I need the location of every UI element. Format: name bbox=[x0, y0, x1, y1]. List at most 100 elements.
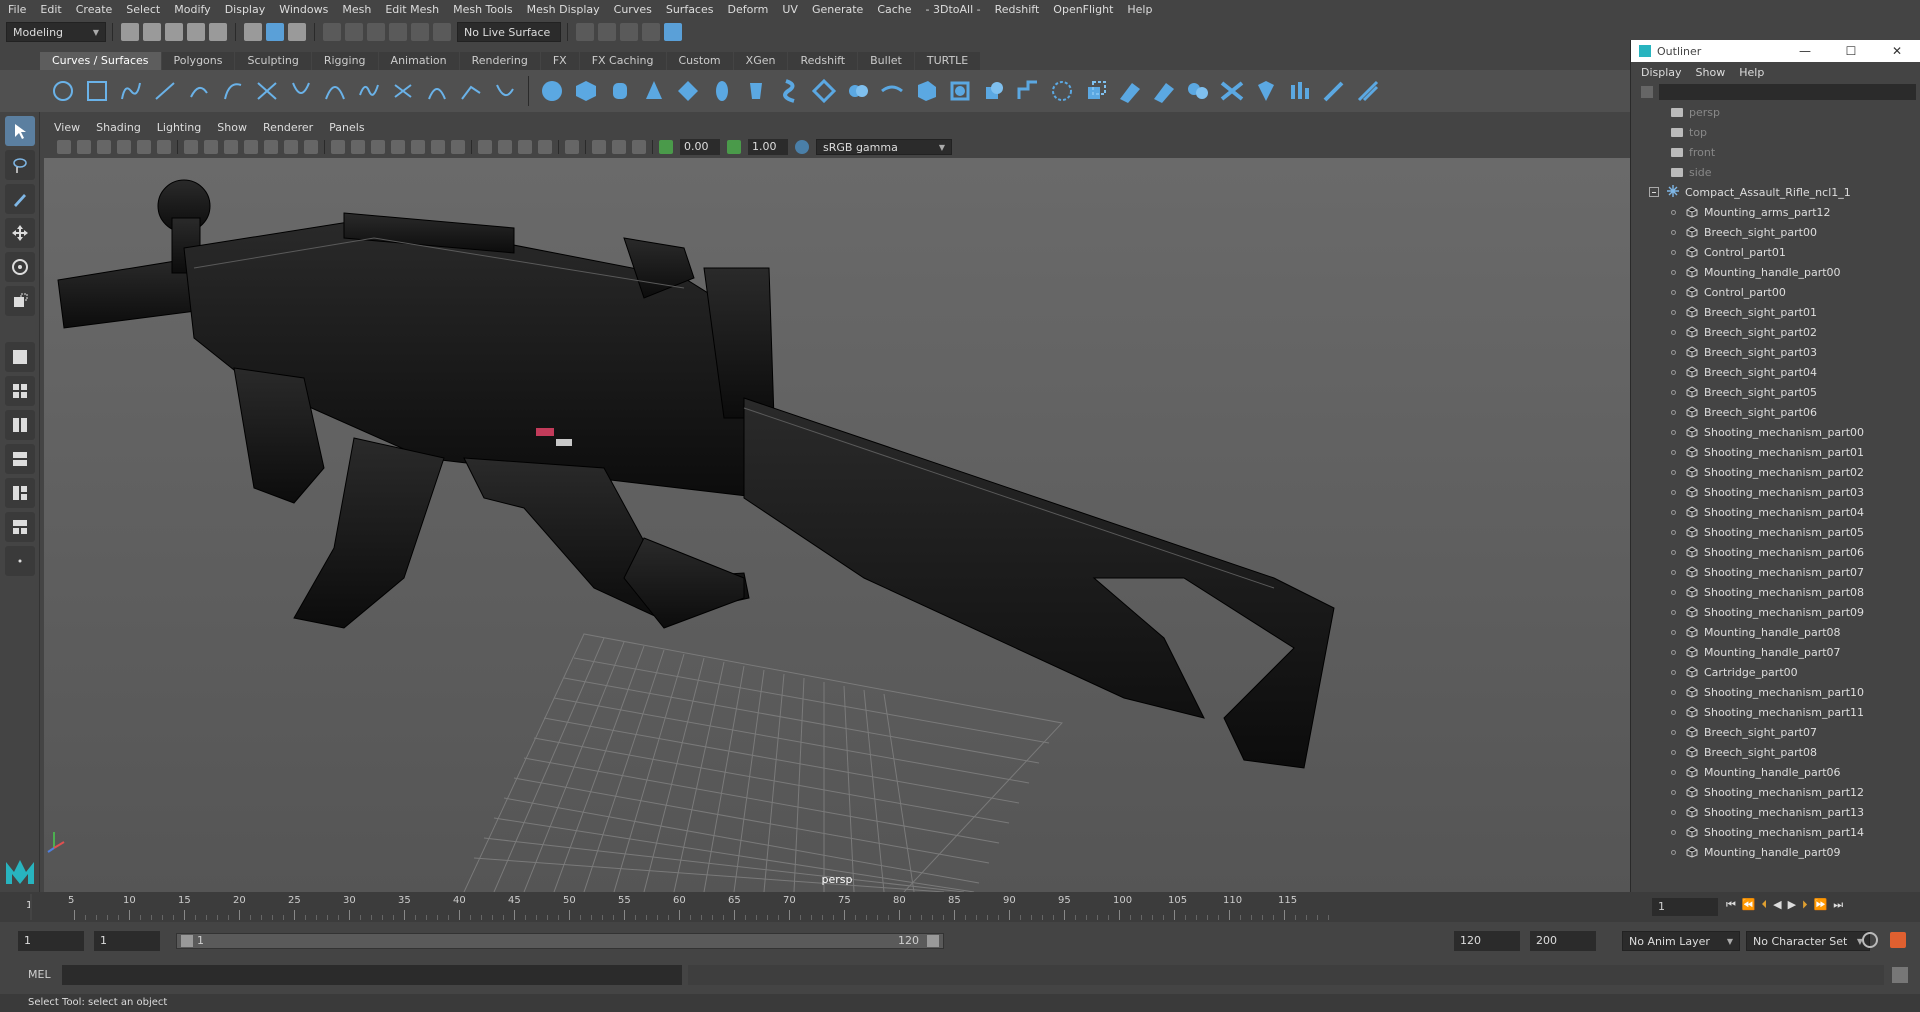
2d-pan-zoom-icon[interactable] bbox=[137, 140, 151, 154]
outliner-camera-row[interactable]: top bbox=[1631, 122, 1920, 142]
menu-cache[interactable]: Cache bbox=[877, 3, 911, 16]
curve-detach-icon[interactable] bbox=[289, 79, 313, 103]
live-surface-field[interactable]: No Live Surface bbox=[457, 22, 561, 42]
shelf-tab-fx[interactable]: FX bbox=[540, 52, 579, 70]
viewport-menu-panels[interactable]: Panels bbox=[329, 121, 364, 134]
outliner-mesh-row[interactable]: Breech_sight_part07 bbox=[1631, 722, 1920, 742]
outliner-mesh-row[interactable]: Mounting_handle_part08 bbox=[1631, 622, 1920, 642]
exposure-field[interactable]: 0.00 bbox=[680, 139, 720, 155]
outliner-mesh-row[interactable]: Breech_sight_part00 bbox=[1631, 222, 1920, 242]
detach-surfaces-icon[interactable] bbox=[1186, 79, 1210, 103]
go-to-start-icon[interactable]: ⏮ bbox=[1726, 898, 1736, 912]
select-object-icon[interactable] bbox=[266, 23, 284, 41]
menu-mesh-display[interactable]: Mesh Display bbox=[527, 3, 600, 16]
grid-toggle-icon[interactable] bbox=[184, 140, 198, 154]
scale-tool-icon[interactable] bbox=[5, 286, 35, 316]
curve-fillet-icon[interactable] bbox=[357, 79, 381, 103]
isolate-select-icon[interactable] bbox=[565, 140, 579, 154]
menu-display[interactable]: Display bbox=[225, 3, 266, 16]
shelf-tab-rendering[interactable]: Rendering bbox=[459, 52, 540, 70]
undo-icon[interactable] bbox=[187, 23, 205, 41]
outliner-menu-display[interactable]: Display bbox=[1641, 66, 1682, 79]
nurbs-cone-icon[interactable] bbox=[642, 79, 666, 103]
safe-action-icon[interactable] bbox=[284, 140, 298, 154]
snap-grid-icon[interactable] bbox=[323, 23, 341, 41]
step-back-frame-icon[interactable]: ⏴ bbox=[1762, 898, 1768, 912]
wireframe-on-shaded-icon[interactable] bbox=[391, 140, 405, 154]
film-gate-icon[interactable] bbox=[204, 140, 218, 154]
layout-hypershade-persp-icon[interactable] bbox=[5, 512, 35, 542]
menu-surfaces[interactable]: Surfaces bbox=[666, 3, 714, 16]
range-end-handle[interactable] bbox=[927, 935, 939, 947]
script-editor-icon[interactable] bbox=[1892, 967, 1908, 983]
shelf-tab-custom[interactable]: Custom bbox=[666, 52, 733, 70]
shelf-tab-sculpting[interactable]: Sculpting bbox=[235, 52, 311, 70]
bookmark-icon[interactable] bbox=[97, 140, 111, 154]
layout-single-pane-icon[interactable] bbox=[5, 342, 35, 372]
outliner-mesh-row[interactable]: Breech_sight_part05 bbox=[1631, 382, 1920, 402]
smooth-shade-icon[interactable] bbox=[351, 140, 365, 154]
sculpt-geometry-icon[interactable] bbox=[1322, 79, 1346, 103]
outliner-mesh-row[interactable]: Breech_sight_part03 bbox=[1631, 342, 1920, 362]
menu-file[interactable]: File bbox=[8, 3, 26, 16]
collapse-toggle-icon[interactable] bbox=[1649, 187, 1659, 197]
play-forward-icon[interactable]: ▶ bbox=[1788, 898, 1796, 912]
camera-select-icon[interactable] bbox=[57, 140, 71, 154]
outliner-mesh-row[interactable]: Mounting_handle_part09 bbox=[1631, 842, 1920, 862]
outliner-mesh-row[interactable]: Mounting_handle_part06 bbox=[1631, 762, 1920, 782]
nurbs-torus-icon[interactable] bbox=[710, 79, 734, 103]
menu-mesh-tools[interactable]: Mesh Tools bbox=[453, 3, 513, 16]
curve-reverse-icon[interactable] bbox=[425, 79, 449, 103]
textured-icon[interactable] bbox=[411, 140, 425, 154]
auto-key-icon[interactable] bbox=[1862, 932, 1878, 948]
step-forward-frame-icon[interactable]: ⏵ bbox=[1802, 898, 1808, 912]
curve-attach-icon[interactable] bbox=[255, 79, 279, 103]
outliner-camera-row[interactable]: front bbox=[1631, 142, 1920, 162]
more-layouts-icon[interactable] bbox=[5, 546, 35, 576]
screen-space-ao-icon[interactable] bbox=[478, 140, 492, 154]
paint-select-tool-icon[interactable] bbox=[5, 184, 35, 214]
nurbs-plane-icon[interactable] bbox=[676, 79, 700, 103]
outliner-camera-row[interactable]: persp bbox=[1631, 102, 1920, 122]
outliner-mesh-row[interactable]: Breech_sight_part01 bbox=[1631, 302, 1920, 322]
menu-3dtoall[interactable]: - 3DtoAll - bbox=[926, 3, 981, 16]
default-material-icon[interactable] bbox=[371, 140, 385, 154]
outliner-mesh-row[interactable]: Shooting_mechanism_part01 bbox=[1631, 442, 1920, 462]
ipr-render-icon[interactable] bbox=[620, 23, 638, 41]
menu-edit[interactable]: Edit bbox=[40, 3, 61, 16]
curve-rebuild-icon[interactable] bbox=[323, 79, 347, 103]
close-button[interactable]: ✕ bbox=[1874, 44, 1920, 58]
outliner-mesh-row[interactable]: Shooting_mechanism_part08 bbox=[1631, 582, 1920, 602]
outliner-mesh-row[interactable]: Breech_sight_part06 bbox=[1631, 402, 1920, 422]
menu-edit-mesh[interactable]: Edit Mesh bbox=[385, 3, 439, 16]
trim-tool-icon[interactable] bbox=[1016, 79, 1040, 103]
birail-icon[interactable] bbox=[880, 79, 904, 103]
animation-preferences-icon[interactable] bbox=[1890, 932, 1906, 948]
surface-editing-icon[interactable] bbox=[1356, 79, 1380, 103]
viewport-menu-lighting[interactable]: Lighting bbox=[157, 121, 201, 134]
viewport-menu-shading[interactable]: Shading bbox=[96, 121, 141, 134]
render-frame-icon[interactable] bbox=[598, 23, 616, 41]
motion-blur-icon[interactable] bbox=[498, 140, 512, 154]
outliner-mesh-row[interactable]: Shooting_mechanism_part02 bbox=[1631, 462, 1920, 482]
menu-mesh[interactable]: Mesh bbox=[342, 3, 371, 16]
depth-of-field-icon[interactable] bbox=[538, 140, 552, 154]
new-scene-icon[interactable] bbox=[121, 23, 139, 41]
make-live-icon[interactable] bbox=[433, 23, 451, 41]
select-tool-icon[interactable] bbox=[5, 116, 35, 146]
go-to-end-icon[interactable]: ⏭ bbox=[1833, 898, 1843, 912]
render-view-icon[interactable] bbox=[642, 23, 660, 41]
outliner-root-row[interactable]: Compact_Assault_Rifle_ncl1_1 bbox=[1631, 182, 1920, 202]
outliner-mesh-row[interactable]: Cartridge_part00 bbox=[1631, 662, 1920, 682]
wireframe-icon[interactable] bbox=[331, 140, 345, 154]
animation-end-field[interactable]: 200 bbox=[1530, 931, 1596, 951]
outliner-mesh-row[interactable]: Shooting_mechanism_part13 bbox=[1631, 802, 1920, 822]
pencil-curve-icon[interactable] bbox=[187, 79, 211, 103]
outliner-menu-show[interactable]: Show bbox=[1696, 66, 1726, 79]
viewport-menu-show[interactable]: Show bbox=[217, 121, 247, 134]
insert-isoparm-icon[interactable] bbox=[1288, 79, 1312, 103]
shadows-icon[interactable] bbox=[451, 140, 465, 154]
open-close-surface-icon[interactable] bbox=[1254, 79, 1278, 103]
outliner-mesh-row[interactable]: Shooting_mechanism_part09 bbox=[1631, 602, 1920, 622]
menu-modify[interactable]: Modify bbox=[174, 3, 210, 16]
